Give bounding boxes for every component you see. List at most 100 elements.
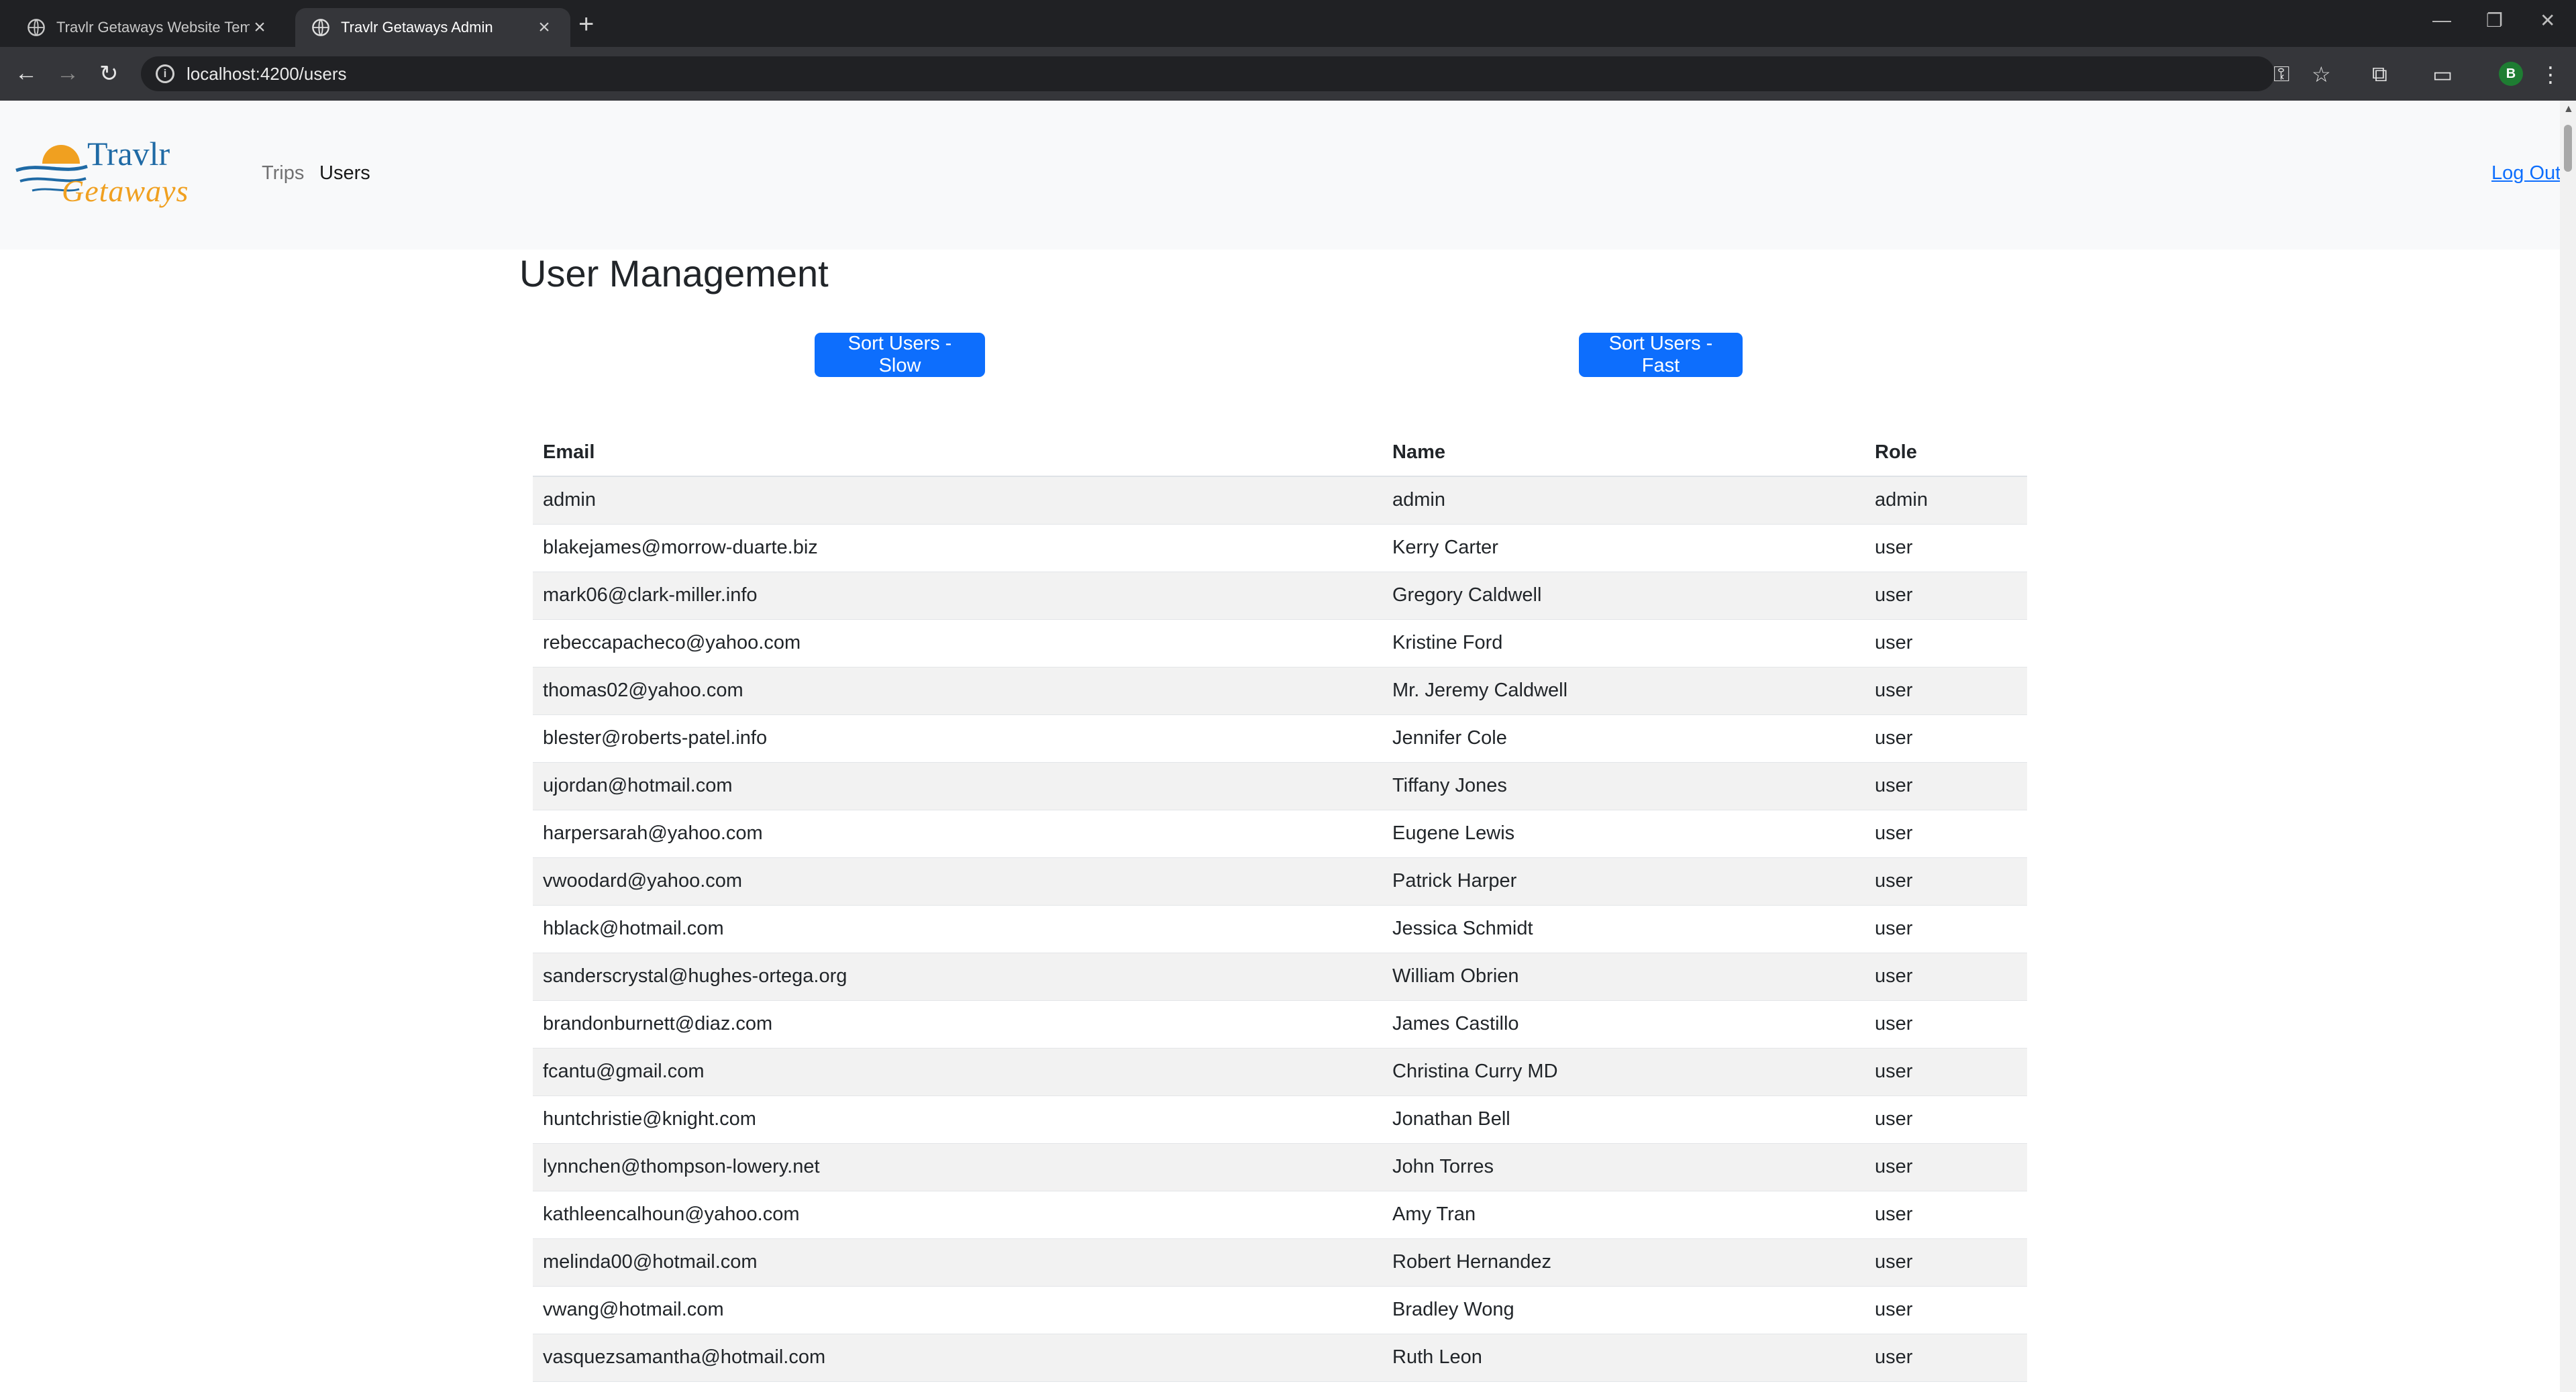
reading-list-icon[interactable]: ▭ bbox=[2432, 62, 2453, 87]
globe-icon bbox=[28, 19, 45, 36]
sort-users-slow-button[interactable]: Sort Users - Slow bbox=[815, 333, 985, 377]
password-key-icon[interactable]: ⚿ bbox=[2273, 62, 2289, 87]
reload-icon[interactable]: ↻ bbox=[99, 60, 119, 87]
cell-role: user bbox=[1865, 953, 2027, 1001]
cell-name: Christina Curry MD bbox=[1382, 1048, 1865, 1096]
cell-role: user bbox=[1865, 667, 2027, 715]
table-row: rebeccapacheco@yahoo.com Kristine Ford use… bbox=[533, 619, 2027, 667]
globe-icon bbox=[312, 19, 329, 36]
cell-name: William Obrien bbox=[1382, 953, 1865, 1001]
table-row: harpersarah@yahoo.com Eugene Lewis user bbox=[533, 810, 2027, 858]
table-row: fcantu@gmail.com Christina Curry MD user bbox=[533, 1048, 2027, 1096]
table-row: lynnchen@thompson-lowery.net John Torres u… bbox=[533, 1143, 2027, 1191]
cell-email: kathleencalhoun@yahoo.com bbox=[533, 1191, 1382, 1239]
cell-role: user bbox=[1865, 905, 2027, 953]
cell-email: rebeccapacheco@yahoo.com bbox=[533, 619, 1382, 667]
travlr-logo[interactable]: Travlr Getaways bbox=[12, 134, 227, 208]
table-row: brandonburnett@diaz.com James Castillo use… bbox=[533, 1000, 2027, 1049]
browser-tab-strip: Travlr Getaways Website Templ × Travlr G… bbox=[0, 0, 2576, 47]
cell-email: vwoodard@yahoo.com bbox=[533, 857, 1382, 906]
cell-name: Eugene Lewis bbox=[1382, 810, 1865, 858]
cell-email: fcantu@gmail.com bbox=[533, 1048, 1382, 1096]
cell-email: hblack@hotmail.com bbox=[533, 905, 1382, 953]
back-icon[interactable]: ← bbox=[15, 60, 38, 87]
logout-link[interactable]: Log Out bbox=[2491, 162, 2561, 184]
scroll-up-icon[interactable]: ▲ bbox=[2563, 103, 2574, 115]
nav-link-users[interactable]: Users bbox=[319, 162, 370, 184]
users-table: Email Name Role admin admin admin blakejame… bbox=[533, 429, 2027, 1382]
cell-name: Tiffany Jones bbox=[1382, 762, 1865, 810]
bookmark-star-icon[interactable]: ☆ bbox=[2312, 62, 2331, 87]
close-window-icon[interactable]: ✕ bbox=[2540, 9, 2555, 32]
cell-email: lynnchen@thompson-lowery.net bbox=[533, 1143, 1382, 1191]
cell-email: vasquezsamantha@hotmail.com bbox=[533, 1334, 1382, 1382]
cell-email: huntchristie@knight.com bbox=[533, 1095, 1382, 1144]
table-row: vasquezsamantha@hotmail.com Ruth Leon user bbox=[533, 1334, 2027, 1382]
cell-email: blakejames@morrow-duarte.biz bbox=[533, 524, 1382, 572]
table-row: ujordan@hotmail.com Tiffany Jones user bbox=[533, 762, 2027, 810]
page-title: User Management bbox=[519, 252, 829, 295]
table-row: thomas02@yahoo.com Mr. Jeremy Caldwell use… bbox=[533, 667, 2027, 715]
restore-icon[interactable]: ❐ bbox=[2486, 9, 2503, 32]
forward-icon[interactable]: → bbox=[56, 60, 79, 87]
cell-role: user bbox=[1865, 1143, 2027, 1191]
close-tab-icon[interactable]: × bbox=[250, 16, 270, 39]
page-scrollbar[interactable]: ▲ bbox=[2560, 101, 2576, 1392]
cell-name: Jessica Schmidt bbox=[1382, 905, 1865, 953]
cell-email: thomas02@yahoo.com bbox=[533, 667, 1382, 715]
site-info-icon[interactable]: i bbox=[156, 64, 174, 83]
extensions-icon[interactable]: ⧉ bbox=[2372, 62, 2387, 87]
minimize-icon[interactable]: — bbox=[2432, 9, 2451, 31]
cell-role: user bbox=[1865, 572, 2027, 620]
cell-role: user bbox=[1865, 1334, 2027, 1382]
table-row: kathleencalhoun@yahoo.com Amy Tran user bbox=[533, 1191, 2027, 1239]
users-table-body: admin admin admin blakejames@morrow-duarte.… bbox=[533, 476, 2027, 1382]
browser-tab-active[interactable]: Travlr Getaways Admin × bbox=[295, 8, 570, 47]
profile-avatar[interactable]: B bbox=[2499, 62, 2523, 86]
cell-email: mark06@clark-miller.info bbox=[533, 572, 1382, 620]
cell-name: Kristine Ford bbox=[1382, 619, 1865, 667]
cell-name: Gregory Caldwell bbox=[1382, 572, 1865, 620]
column-header-email: Email bbox=[533, 429, 1382, 477]
scrollbar-thumb[interactable] bbox=[2564, 125, 2572, 172]
cell-role: user bbox=[1865, 1238, 2027, 1287]
cell-email: sanderscrystal@hughes-ortega.org bbox=[533, 953, 1382, 1001]
menu-kebab-icon[interactable]: ⋮ bbox=[2540, 62, 2561, 87]
browser-toolbar: ← → ↻ i localhost:4200/users ⚿ ☆ ⧉ ▭ ⋮ bbox=[0, 47, 2576, 101]
address-bar[interactable]: i localhost:4200/users bbox=[141, 56, 2275, 91]
cell-email: blester@roberts-patel.info bbox=[533, 714, 1382, 763]
close-tab-icon[interactable]: × bbox=[534, 16, 554, 39]
browser-tab-title: Travlr Getaways Admin bbox=[341, 19, 493, 36]
cell-email: ujordan@hotmail.com bbox=[533, 762, 1382, 810]
cell-email: admin bbox=[533, 476, 1382, 525]
cell-role: user bbox=[1865, 1286, 2027, 1334]
cell-name: Jennifer Cole bbox=[1382, 714, 1865, 763]
table-row: blakejames@morrow-duarte.biz Kerry Carter… bbox=[533, 524, 2027, 572]
table-header-row: Email Name Role bbox=[533, 429, 2027, 477]
column-header-name: Name bbox=[1382, 429, 1865, 477]
table-row: melinda00@hotmail.com Robert Hernandez use… bbox=[533, 1238, 2027, 1287]
table-row: huntchristie@knight.com Jonathan Bell user bbox=[533, 1095, 2027, 1144]
table-row: blester@roberts-patel.info Jennifer Cole u… bbox=[533, 714, 2027, 763]
sort-users-fast-button[interactable]: Sort Users - Fast bbox=[1579, 333, 1743, 377]
cell-name: Jonathan Bell bbox=[1382, 1095, 1865, 1144]
nav-link-trips[interactable]: Trips bbox=[262, 162, 304, 184]
cell-name: Patrick Harper bbox=[1382, 857, 1865, 906]
app-navbar: Travlr Getaways Trips Users Log Out bbox=[0, 101, 2561, 250]
browser-tab-title: Travlr Getaways Website Templ bbox=[56, 19, 250, 36]
table-row: mark06@clark-miller.info Gregory Caldwell… bbox=[533, 572, 2027, 620]
cell-name: Ruth Leon bbox=[1382, 1334, 1865, 1382]
cell-email: harpersarah@yahoo.com bbox=[533, 810, 1382, 858]
cell-role: user bbox=[1865, 762, 2027, 810]
browser-tab[interactable]: Travlr Getaways Website Templ × bbox=[11, 8, 286, 47]
table-row: hblack@hotmail.com Jessica Schmidt user bbox=[533, 905, 2027, 953]
cell-role: user bbox=[1865, 857, 2027, 906]
cell-name: Mr. Jeremy Caldwell bbox=[1382, 667, 1865, 715]
cell-role: user bbox=[1865, 1048, 2027, 1096]
cell-role: user bbox=[1865, 1000, 2027, 1049]
brand-bottom-text: Getaways bbox=[62, 174, 189, 208]
cell-name: Robert Hernandez bbox=[1382, 1238, 1865, 1287]
table-row: vwoodard@yahoo.com Patrick Harper user bbox=[533, 857, 2027, 906]
url-text: localhost:4200/users bbox=[187, 63, 347, 84]
new-tab-icon[interactable]: + bbox=[578, 9, 594, 40]
